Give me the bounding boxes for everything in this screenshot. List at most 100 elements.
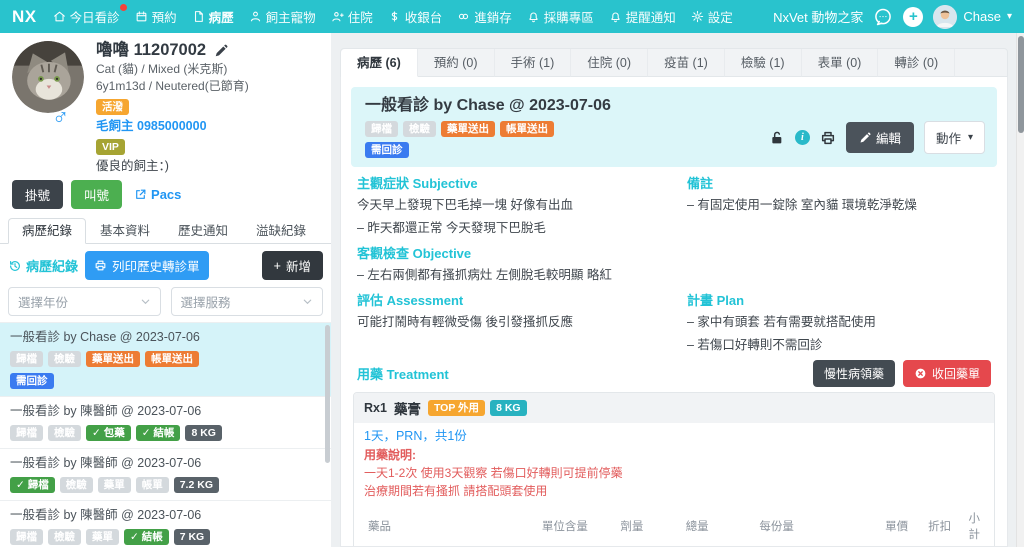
info-icon[interactable]: i bbox=[795, 130, 810, 145]
objective-text: – 左右兩側都有搔抓病灶 左側脫毛較明顯 略紅 bbox=[357, 266, 661, 284]
visit-tab-5[interactable]: 疫苗 (1) bbox=[648, 49, 725, 77]
status-badge: 歸檔 bbox=[10, 351, 43, 367]
recall-prescription-label: 收回藥單 bbox=[932, 365, 980, 382]
rx-number: Rx1 bbox=[364, 401, 387, 415]
page-scrollbar[interactable] bbox=[1016, 33, 1024, 547]
topnav-item-10[interactable]: 設定 bbox=[691, 7, 733, 26]
record-title: 一般看診 by Chase @ 2023-07-06 bbox=[10, 330, 321, 345]
user-plus-icon bbox=[331, 10, 344, 23]
table-col-header: 劑量 bbox=[616, 504, 681, 547]
record-item-4[interactable]: 一般看診 by 陳醫師 @ 2023-07-06歸檔檢驗藥單✓ 結帳7 KG手術 bbox=[0, 501, 331, 547]
topnav-item-9[interactable]: 提醒通知 bbox=[609, 7, 676, 26]
actions-dropdown-button[interactable]: 動作 ▾ bbox=[924, 121, 985, 154]
pet-card: ♂ 嚕嚕 11207002 Cat (貓) / Mixed (米克斯) 6y1m… bbox=[0, 33, 331, 174]
topnav-item-6[interactable]: 收銀台 bbox=[388, 7, 443, 26]
pet-photo[interactable] bbox=[12, 41, 84, 113]
clinic-name: NxVet 動物之家 bbox=[773, 7, 863, 26]
visit-tab-6[interactable]: 檢驗 (1) bbox=[725, 49, 802, 77]
user-icon bbox=[249, 10, 262, 23]
edit-visit-label: 編輯 bbox=[876, 128, 901, 147]
topnav-item-5[interactable]: 住院 bbox=[331, 7, 373, 26]
records-title-text: 病歷紀錄 bbox=[26, 256, 78, 275]
printer-icon[interactable] bbox=[820, 130, 836, 146]
service-select[interactable]: 選擇服務 bbox=[171, 287, 324, 316]
topnav-item-3[interactable]: 病歷 bbox=[192, 7, 234, 26]
table-col-header: 單位含量 bbox=[538, 504, 617, 547]
main-navigation: 今日看診預約 病歷 飼主寵物住院收銀台 進銷存採購專區 提醒通知設定 bbox=[53, 7, 748, 26]
app-logo[interactable]: NX bbox=[12, 7, 37, 27]
topnav-label: 提醒通知 bbox=[626, 7, 676, 26]
edit-pet-icon[interactable] bbox=[214, 44, 228, 58]
chevron-down-icon: ▾ bbox=[968, 132, 973, 143]
unlock-icon[interactable] bbox=[769, 130, 785, 146]
record-item-2[interactable]: 一般看診 by 陳醫師 @ 2023-07-06歸檔檢驗✓ 包藥✓ 結帳8 KG bbox=[0, 397, 331, 449]
pacs-link[interactable]: Pacs bbox=[134, 187, 181, 202]
assessment-title: 評估 Assessment bbox=[357, 293, 661, 308]
records-toolbar: 病歷紀錄 列印歷史轉診單 + 新增 bbox=[0, 244, 331, 280]
rx-schedule: 1天，PRN，共1份 bbox=[364, 429, 984, 444]
register-button[interactable]: 掛號 bbox=[12, 180, 63, 209]
calendar-icon bbox=[135, 10, 148, 23]
topnav-label: 進銷存 bbox=[474, 7, 512, 26]
visit-tab-3[interactable]: 手術 (1) bbox=[495, 49, 572, 77]
visit-tab-2[interactable]: 預約 (0) bbox=[418, 49, 495, 77]
user-menu[interactable]: Chase ▾ bbox=[933, 5, 1012, 29]
status-badge: ✓ 包藥 bbox=[86, 425, 131, 441]
visit-tab-1[interactable]: 病歷 (6) bbox=[341, 49, 418, 77]
status-badge: ✓ 結帳 bbox=[136, 425, 181, 441]
topnav-label: 飼主寵物 bbox=[266, 7, 316, 26]
record-item-1[interactable]: 一般看診 by Chase @ 2023-07-06歸檔檢驗藥單送出帳單送出需回… bbox=[0, 323, 331, 397]
sidebar-tab-4[interactable]: 溢缺紀錄 bbox=[242, 218, 320, 244]
topnav-label: 病歷 bbox=[209, 7, 234, 26]
external-link-icon bbox=[134, 188, 147, 201]
patient-sidebar: ♂ 嚕嚕 11207002 Cat (貓) / Mixed (米克斯) 6y1m… bbox=[0, 33, 331, 547]
visit-tab-7[interactable]: 表單 (0) bbox=[802, 49, 879, 77]
recall-prescription-button[interactable]: 收回藥單 bbox=[903, 360, 991, 387]
subjective-title: 主觀症狀 Subjective bbox=[357, 176, 661, 191]
owner-label: 毛飼主 bbox=[96, 119, 134, 133]
topbar-right: NxVet 動物之家 + Chase ▾ bbox=[773, 5, 1012, 29]
text-line: 今天早上發現下巴毛掉一塊 好像有出血 bbox=[357, 196, 661, 214]
status-badge: 檢驗 bbox=[48, 351, 81, 367]
topnav-item-8[interactable]: 採購專區 bbox=[527, 7, 594, 26]
table-col-header: 單價 bbox=[848, 504, 912, 547]
home-icon bbox=[53, 10, 66, 23]
year-select[interactable]: 選擇年份 bbox=[8, 287, 161, 316]
sidebar-tab-2[interactable]: 基本資料 bbox=[86, 218, 164, 244]
add-icon[interactable]: + bbox=[903, 7, 923, 27]
topnav-item-4[interactable]: 飼主寵物 bbox=[249, 7, 316, 26]
visit-tab-8[interactable]: 轉診 (0) bbox=[878, 49, 955, 77]
list-scrollbar[interactable] bbox=[325, 325, 330, 463]
owner-phone-link[interactable]: 毛飼主 0985000000 bbox=[96, 118, 249, 134]
chat-icon[interactable] bbox=[873, 7, 893, 27]
print-referral-label: 列印歷史轉診單 bbox=[112, 256, 200, 275]
note-text: – 有固定使用一錠除 室內貓 環境乾淨乾燥 bbox=[687, 196, 991, 214]
rx-name: 藥膏 bbox=[394, 398, 421, 418]
visit-detail-panel: 病歷 (6)預約 (0)手術 (1)住院 (0)疫苗 (1)檢驗 (1)表單 (… bbox=[340, 48, 1008, 547]
print-referral-button[interactable]: 列印歷史轉診單 bbox=[85, 251, 209, 280]
topnav-item-7[interactable]: 進銷存 bbox=[457, 7, 512, 26]
objective-section: 客觀檢查 Objective – 左右兩側都有搔抓病灶 左側脫毛較明顯 略紅 bbox=[357, 246, 661, 284]
sidebar-tab-3[interactable]: 歷史通知 bbox=[164, 218, 242, 244]
treatment-header: 用藥 Treatment 慢性病領藥 收回藥單 bbox=[357, 360, 991, 387]
visit-tab-4[interactable]: 住院 (0) bbox=[571, 49, 648, 77]
topnav-item-1[interactable]: 今日看診 bbox=[53, 7, 120, 26]
topnav-item-2[interactable]: 預約 bbox=[135, 7, 177, 26]
add-record-button[interactable]: + 新增 bbox=[262, 251, 323, 280]
chronic-refill-button[interactable]: 慢性病領藥 bbox=[813, 360, 895, 387]
edit-visit-button[interactable]: 編輯 bbox=[846, 122, 914, 153]
status-badge: 藥單送出 bbox=[441, 121, 495, 137]
history-icon bbox=[8, 259, 22, 273]
sidebar-tab-1[interactable]: 病歷紀錄 bbox=[8, 218, 86, 244]
page-scrollbar-thumb[interactable] bbox=[1018, 36, 1024, 133]
chevron-down-icon bbox=[140, 296, 151, 307]
bell-icon bbox=[527, 10, 540, 23]
rx-body: 1天，PRN，共1份 用藥說明: 一天1-2次 使用3天觀察 若傷口好轉則可提前… bbox=[354, 423, 994, 547]
text-line: – 家中有頭套 若有需要就搭配使用 bbox=[687, 313, 991, 331]
status-badge: ✓ 歸檔 bbox=[10, 477, 55, 493]
male-gender-icon: ♂ bbox=[52, 105, 69, 128]
call-number-button[interactable]: 叫號 bbox=[71, 180, 122, 209]
actions-label: 動作 bbox=[936, 128, 961, 147]
record-item-3[interactable]: 一般看診 by 陳醫師 @ 2023-07-06✓ 歸檔檢驗藥單帳單7.2 KG bbox=[0, 449, 331, 501]
record-badges: 歸檔檢驗藥單✓ 結帳7 KG bbox=[10, 529, 321, 545]
